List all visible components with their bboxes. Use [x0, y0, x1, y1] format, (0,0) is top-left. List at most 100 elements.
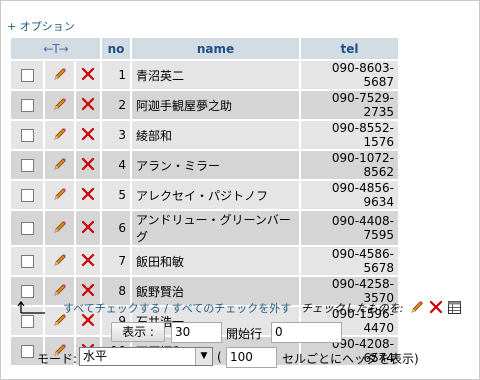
row-checkbox[interactable] [20, 99, 34, 112]
row-edit-cell [45, 121, 74, 149]
table-row[interactable]: 4 アラン・ミラー 090-1072-8562 [11, 151, 398, 179]
row-checkbox[interactable] [20, 222, 34, 235]
cell-no: 3 [102, 121, 130, 149]
cell-name: 青沼英二 [132, 61, 299, 89]
cell-name: 飯田和敏 [132, 247, 299, 275]
cell-name: 綾部和 [132, 121, 299, 149]
pencil-icon[interactable] [52, 219, 68, 238]
mode-label: モード: [37, 352, 78, 366]
table-row[interactable]: 2 阿迦手観屋夢之助 090-7529-2735 [11, 91, 398, 119]
table-row[interactable]: 6 アンドリュー・グリーンバーグ 090-4408-7595 [11, 211, 398, 245]
column-header-no[interactable]: no [102, 38, 130, 59]
row-checkbox[interactable] [20, 285, 34, 298]
chevron-down-icon[interactable]: ▼ [195, 348, 212, 365]
cell-tel: 090-7529-2735 [301, 91, 398, 119]
pencil-icon[interactable] [52, 252, 68, 271]
start-row-input[interactable]: 0 [271, 322, 342, 343]
cell-name: アンドリュー・グリーンバーグ [132, 211, 299, 245]
red-x-icon[interactable] [429, 300, 443, 317]
row-edit-cell [45, 151, 74, 179]
table-row[interactable]: 5 アレクセイ・パジトノフ 090-4856-9634 [11, 181, 398, 209]
cell-tel: 090-4408-7595 [301, 211, 398, 245]
cell-no: 7 [102, 247, 130, 275]
export-table-icon[interactable] [447, 300, 462, 318]
cell-no: 6 [102, 211, 130, 245]
red-x-icon[interactable] [81, 67, 95, 84]
table-header-row: ←T→ no name tel [11, 38, 398, 59]
pencil-icon[interactable] [52, 156, 68, 175]
column-header-tel[interactable]: tel [301, 38, 398, 59]
pencil-icon[interactable] [52, 66, 68, 85]
red-x-icon[interactable] [81, 97, 95, 114]
row-edit-cell [45, 91, 74, 119]
repeat-header-suffix: セルごとにヘッダを表示) [282, 352, 419, 366]
corner-arrow-icon [17, 300, 47, 317]
row-checkbox-cell [11, 91, 43, 119]
cell-tel: 090-1072-8562 [301, 151, 398, 179]
row-checkbox[interactable] [20, 129, 34, 142]
cell-tel: 090-4856-9634 [301, 181, 398, 209]
column-header-actions[interactable]: ←T→ [11, 38, 100, 59]
row-checkbox-cell [11, 151, 43, 179]
row-delete-cell [76, 121, 100, 149]
cell-tel: 090-4586-5678 [301, 247, 398, 275]
row-delete-cell [76, 181, 100, 209]
red-x-icon[interactable] [81, 157, 95, 174]
rows-count-input[interactable]: 30 [171, 322, 222, 343]
row-checkbox[interactable] [20, 255, 34, 268]
cell-tel: 090-8603-5687 [301, 61, 398, 89]
bulk-actions-bar: すべてチェックする / すべてのチェックを外す チェックしたものを: [11, 298, 480, 318]
row-checkbox[interactable] [20, 189, 34, 202]
row-checkbox-cell [11, 211, 43, 245]
pencil-icon[interactable] [52, 96, 68, 115]
row-edit-cell [45, 211, 74, 245]
red-x-icon[interactable] [81, 283, 95, 300]
with-checked-label: チェックしたものを: [300, 302, 404, 315]
red-x-icon[interactable] [81, 127, 95, 144]
pencil-icon[interactable] [52, 126, 68, 145]
table-body: 1 青沼英二 090-8603-5687 2 阿迦手観屋夢之助 090-7529-2735… [11, 61, 398, 365]
row-edit-cell [45, 181, 74, 209]
row-edit-cell [45, 61, 74, 89]
options-plus: + [7, 20, 17, 33]
cell-no: 5 [102, 181, 130, 209]
cell-tel: 090-8552-1576 [301, 121, 398, 149]
table-row[interactable]: 7 飯田和敏 090-4586-5678 [11, 247, 398, 275]
row-delete-cell [76, 211, 100, 245]
mode-paren-open: ( [217, 350, 222, 364]
red-x-icon[interactable] [81, 187, 95, 204]
show-button[interactable]: 表示 : [111, 322, 165, 342]
bulk-separator: / [164, 302, 169, 315]
check-all-link[interactable]: すべてチェックする [63, 302, 161, 315]
cell-no: 4 [102, 151, 130, 179]
column-header-name[interactable]: name [132, 38, 299, 59]
cell-name: アレクセイ・パジトノフ [132, 181, 299, 209]
row-checkbox[interactable] [20, 69, 34, 82]
row-delete-cell [76, 151, 100, 179]
pencil-icon[interactable] [409, 299, 425, 318]
row-delete-cell [76, 247, 100, 275]
column-resize-arrows-icon[interactable]: ←T→ [43, 42, 68, 56]
red-x-icon[interactable] [81, 253, 95, 270]
bulk-icons [409, 299, 462, 318]
options-label: オプション [19, 20, 75, 33]
row-edit-cell [45, 247, 74, 275]
cell-no: 2 [102, 91, 130, 119]
result-panel: + オプション ←T→ no name tel 1 青沼英二 090-8603-56… [0, 0, 480, 380]
row-checkbox-cell [11, 247, 43, 275]
mode-selected-value: 水平 [83, 349, 108, 363]
red-x-icon[interactable] [81, 220, 95, 237]
pencil-icon[interactable] [52, 186, 68, 205]
bulk-actions-text: すべてチェックする / すべてのチェックを外す チェックしたものを: [63, 300, 404, 316]
cell-no: 1 [102, 61, 130, 89]
repeat-header-input[interactable]: 100 [226, 347, 277, 368]
options-toggle[interactable]: + オプション [7, 18, 75, 34]
table-row[interactable]: 1 青沼英二 090-8603-5687 [11, 61, 398, 89]
mode-select[interactable]: 水平 ▼ [79, 347, 213, 366]
row-checkbox[interactable] [20, 345, 34, 358]
table-row[interactable]: 3 綾部和 090-8552-1576 [11, 121, 398, 149]
uncheck-all-link[interactable]: すべてのチェックを外す [172, 302, 292, 315]
row-checkbox-cell [11, 121, 43, 149]
start-row-label: 開始行 [226, 327, 263, 341]
row-checkbox[interactable] [20, 159, 34, 172]
